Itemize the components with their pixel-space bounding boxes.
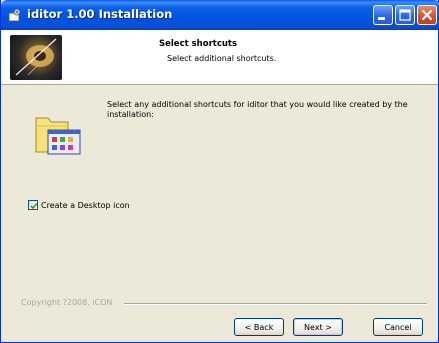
maximize-icon	[399, 9, 411, 21]
cancel-button[interactable]: Cancel	[373, 318, 423, 336]
desktop-icon-checkbox[interactable]	[28, 200, 38, 210]
instructions-text: Select any additional shortcuts for idit…	[107, 100, 408, 119]
page-subtitle: Select additional shortcuts.	[167, 54, 277, 63]
next-button[interactable]: Next >	[293, 318, 343, 336]
close-button[interactable]	[417, 5, 437, 25]
footer-divider	[124, 303, 427, 305]
wizard-header: Select shortcuts Select additional short…	[1, 30, 438, 85]
shortcuts-folder-icon	[35, 117, 81, 155]
wizard-banner-image	[10, 35, 62, 80]
copyright-text: Copyright ?2008, iCON	[21, 298, 113, 307]
back-button[interactable]: < Back	[234, 318, 284, 336]
desktop-icon-option[interactable]: Create a Desktop icon	[28, 199, 130, 211]
installer-icon	[8, 8, 21, 22]
minimize-icon	[378, 17, 385, 20]
window-title: iditor 1.00 Installation	[27, 7, 173, 21]
checkmark-icon	[30, 202, 38, 210]
installer-window: iditor 1.00 Installation Select shortcut…	[0, 0, 439, 343]
minimize-button[interactable]	[373, 5, 393, 25]
desktop-icon-label: Create a Desktop icon	[41, 200, 130, 210]
maximize-button[interactable]	[395, 5, 415, 25]
title-bar[interactable]: iditor 1.00 Installation	[1, 0, 439, 30]
close-icon	[421, 9, 433, 21]
page-title: Select shortcuts	[159, 39, 238, 49]
